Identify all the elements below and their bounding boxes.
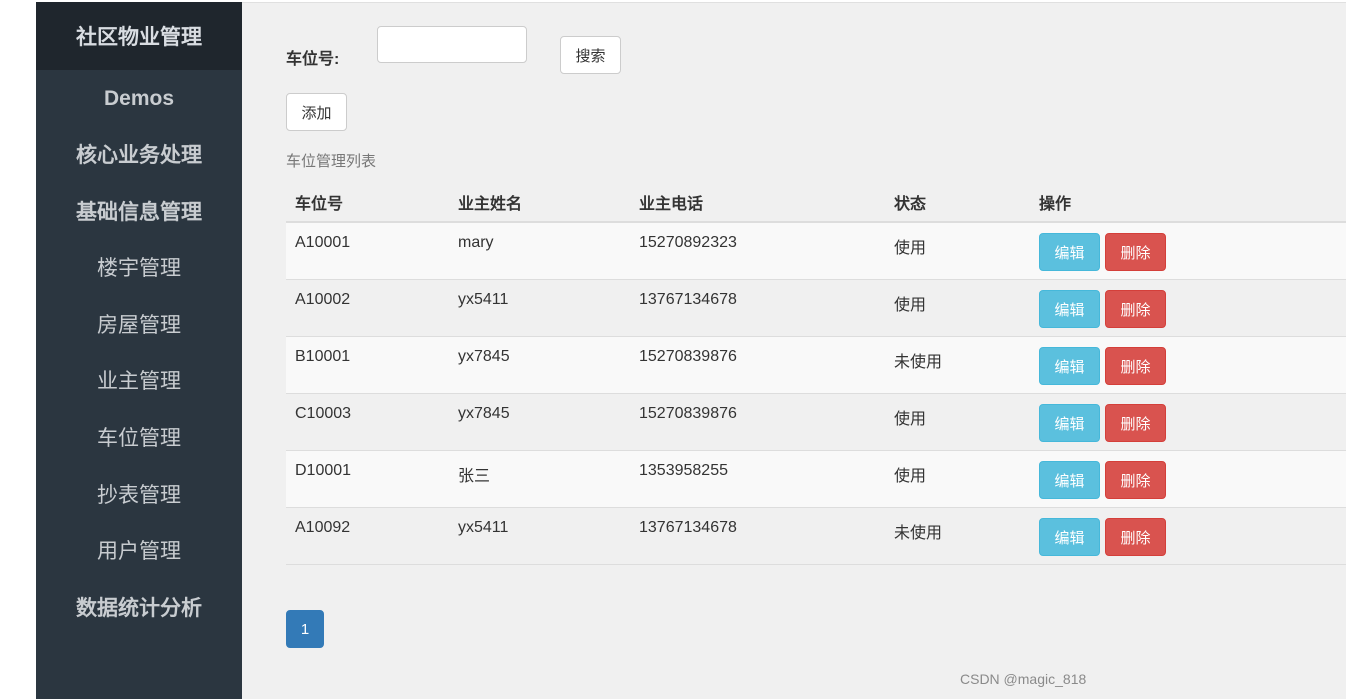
main-content: 车位号: 搜索 添加 车位管理列表 车位号 业主姓名 业主电话 状态 操作 A1…: [242, 2, 1346, 699]
sidebar-item-parking[interactable]: 车位管理: [36, 425, 242, 453]
sidebar-item-houses[interactable]: 房屋管理: [36, 312, 242, 340]
cell-phone: 13767134678: [639, 291, 737, 308]
cell-owner: mary: [458, 234, 494, 251]
edit-button[interactable]: 编辑: [1039, 233, 1100, 271]
cell-status: 使用: [894, 297, 927, 314]
delete-button[interactable]: 删除: [1105, 347, 1166, 385]
cell-phone: 13767134678: [639, 519, 737, 536]
column-header-actions: 操作: [1039, 196, 1072, 213]
add-button[interactable]: 添加: [286, 93, 347, 131]
cell-slot: A10002: [295, 291, 351, 308]
cell-status: 使用: [894, 240, 927, 257]
table-row: C10003 yx7845 15270839876 使用 编辑 删除: [286, 394, 1346, 451]
delete-button[interactable]: 删除: [1105, 404, 1166, 442]
parking-number-input[interactable]: [377, 26, 527, 63]
sidebar-item-users[interactable]: 用户管理: [36, 538, 242, 566]
edit-button[interactable]: 编辑: [1039, 347, 1100, 385]
edit-button[interactable]: 编辑: [1039, 461, 1100, 499]
cell-slot: A10092: [295, 519, 351, 536]
cell-phone: 1353958255: [639, 462, 728, 479]
cell-phone: 15270892323: [639, 234, 737, 251]
table-header: 车位号 业主姓名 业主电话 状态 操作: [286, 178, 1346, 223]
cell-status: 使用: [894, 411, 927, 428]
cell-slot: B10001: [295, 348, 351, 365]
edit-button[interactable]: 编辑: [1039, 518, 1100, 556]
delete-button[interactable]: 删除: [1105, 518, 1166, 556]
cell-owner: yx5411: [458, 291, 509, 308]
cell-status: 未使用: [894, 354, 943, 371]
app-brand[interactable]: 社区物业管理: [36, 2, 242, 70]
edit-button[interactable]: 编辑: [1039, 290, 1100, 328]
delete-button[interactable]: 删除: [1105, 461, 1166, 499]
cell-owner: yx7845: [458, 405, 510, 422]
sidebar-item-buildings[interactable]: 楼宇管理: [36, 255, 242, 283]
sidebar: 社区物业管理 Demos 核心业务处理 基础信息管理 楼宇管理 房屋管理 业主管…: [36, 2, 242, 699]
column-header-phone: 业主电话: [639, 196, 704, 213]
table-row: B10001 yx7845 15270839876 未使用 编辑 删除: [286, 337, 1346, 394]
column-header-owner: 业主姓名: [458, 196, 523, 213]
cell-status: 使用: [894, 468, 927, 485]
table-row: A10092 yx5411 13767134678 未使用 编辑 删除: [286, 508, 1346, 565]
column-header-status: 状态: [894, 196, 927, 213]
watermark: CSDN @magic_818: [960, 671, 1087, 687]
sidebar-item-statistics[interactable]: 数据统计分析: [36, 595, 242, 623]
delete-button[interactable]: 删除: [1105, 290, 1166, 328]
cell-status: 未使用: [894, 525, 943, 542]
cell-owner: yx7845: [458, 348, 510, 365]
table-row: D10001 张三 1353958255 使用 编辑 删除: [286, 451, 1346, 508]
list-caption: 车位管理列表: [286, 153, 377, 170]
cell-phone: 15270839876: [639, 405, 737, 422]
cell-owner: 张三: [458, 468, 491, 485]
search-label: 车位号:: [286, 51, 340, 68]
sidebar-item-core-business[interactable]: 核心业务处理: [36, 142, 242, 170]
pagination-page-1[interactable]: 1: [286, 610, 324, 648]
cell-slot: C10003: [295, 405, 352, 422]
table-row: A10002 yx5411 13767134678 使用 编辑 删除: [286, 280, 1346, 337]
cell-slot: A10001: [295, 234, 351, 251]
column-header-slot: 车位号: [295, 196, 344, 213]
parking-table: 车位号 业主姓名 业主电话 状态 操作 A10001 mary 15270892…: [286, 178, 1346, 565]
table-row: A10001 mary 15270892323 使用 编辑 删除: [286, 223, 1346, 280]
search-button[interactable]: 搜索: [560, 36, 621, 74]
sidebar-item-basic-info[interactable]: 基础信息管理: [36, 199, 242, 227]
edit-button[interactable]: 编辑: [1039, 404, 1100, 442]
sidebar-item-meter-reading[interactable]: 抄表管理: [36, 482, 242, 510]
delete-button[interactable]: 删除: [1105, 233, 1166, 271]
cell-owner: yx5411: [458, 519, 509, 536]
sidebar-item-owners[interactable]: 业主管理: [36, 368, 242, 396]
cell-slot: D10001: [295, 462, 352, 479]
sidebar-item-demos[interactable]: Demos: [36, 85, 242, 113]
cell-phone: 15270839876: [639, 348, 737, 365]
